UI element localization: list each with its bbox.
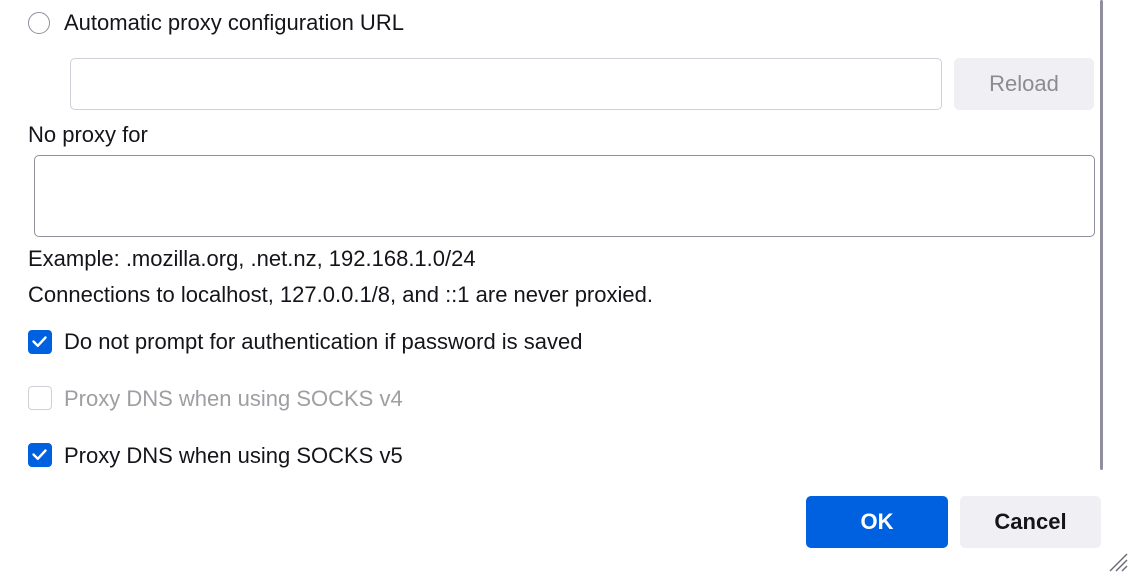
scrollbar[interactable] bbox=[1100, 0, 1103, 470]
reload-button[interactable]: Reload bbox=[954, 58, 1094, 110]
no-proxy-textarea[interactable] bbox=[34, 155, 1095, 237]
socks5-dns-checkbox[interactable] bbox=[28, 443, 52, 467]
cancel-button[interactable]: Cancel bbox=[960, 496, 1101, 548]
auto-proxy-radio[interactable] bbox=[28, 12, 50, 34]
checkmark-icon bbox=[32, 449, 47, 460]
no-proxy-label: No proxy for bbox=[28, 122, 148, 147]
resize-grip-icon[interactable] bbox=[1108, 552, 1128, 572]
no-proxy-example: Example: .mozilla.org, .net.nz, 192.168.… bbox=[28, 246, 476, 271]
ok-button[interactable]: OK bbox=[806, 496, 948, 548]
socks4-dns-checkbox[interactable] bbox=[28, 386, 52, 410]
auto-proxy-url-input[interactable] bbox=[70, 58, 942, 110]
socks5-dns-label[interactable]: Proxy DNS when using SOCKS v5 bbox=[64, 443, 403, 469]
auto-proxy-label[interactable]: Automatic proxy configuration URL bbox=[64, 10, 404, 36]
no-proxy-note: Connections to localhost, 127.0.0.1/8, a… bbox=[28, 282, 653, 307]
socks4-dns-label[interactable]: Proxy DNS when using SOCKS v4 bbox=[64, 386, 403, 412]
connection-settings-dialog: Automatic proxy configuration URL Reload… bbox=[0, 0, 1128, 572]
no-auth-prompt-checkbox[interactable] bbox=[28, 330, 52, 354]
checkmark-icon bbox=[32, 336, 47, 347]
no-auth-prompt-label[interactable]: Do not prompt for authentication if pass… bbox=[64, 329, 583, 355]
